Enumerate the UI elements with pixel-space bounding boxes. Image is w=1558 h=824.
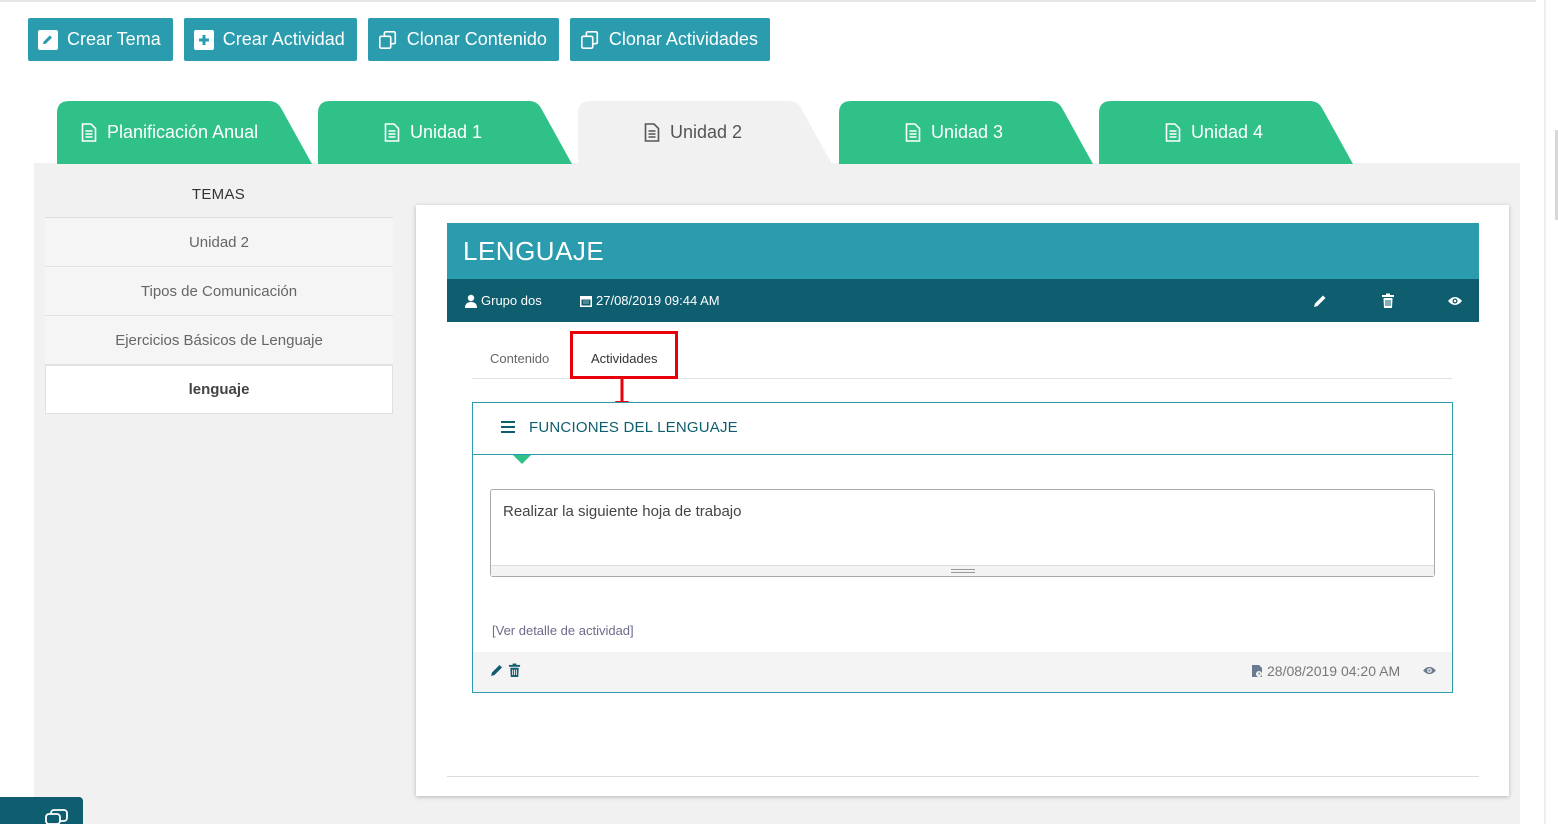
document-icon	[81, 123, 97, 142]
tab-unidad-2[interactable]: Unidad 2	[578, 101, 832, 164]
user-icon	[465, 294, 477, 308]
delete-topic-button[interactable]	[1378, 291, 1398, 311]
tab-unidad-4[interactable]: Unidad 4	[1099, 101, 1353, 164]
sidebar-item-label: lenguaje	[188, 381, 250, 398]
tab-label: Unidad 3	[931, 122, 1004, 142]
highlight-box	[570, 331, 678, 379]
activity-date: 28/08/2019 04:20 AM	[1251, 663, 1400, 679]
sidebar-item-unidad-2[interactable]: Unidad 2	[45, 218, 393, 267]
sidebar-item-tipos-comunicacion[interactable]: Tipos de Comunicación	[45, 267, 393, 316]
activity-description[interactable]: Realizar la siguiente hoja de trabajo	[490, 489, 1435, 577]
activity-detail-link[interactable]: [Ver detalle de actividad]	[492, 623, 634, 638]
edit-topic-button[interactable]	[1310, 291, 1330, 311]
tab-label: Unidad 4	[1191, 122, 1264, 142]
document-icon	[384, 123, 400, 142]
sidebar-item-label: Ejercicios Básicos de Lenguaje	[115, 331, 323, 349]
activity-title: FUNCIONES DEL LENGUAJE	[529, 419, 738, 436]
clone-icon	[378, 30, 398, 50]
caret-indicator	[513, 455, 531, 464]
top-border	[0, 0, 1536, 2]
topic-meta-bar: Grupo dos 27/08/2019 09:44 AM	[447, 279, 1479, 322]
crear-actividad-label: Crear Actividad	[222, 29, 345, 49]
group-meta: Grupo dos	[464, 279, 542, 322]
menu-icon	[501, 421, 515, 433]
delete-activity-button[interactable]	[508, 663, 521, 678]
clonar-contenido-label: Clonar Contenido	[406, 29, 547, 49]
clone-icon	[580, 30, 600, 50]
eye-icon	[1448, 297, 1462, 305]
activity-header[interactable]: FUNCIONES DEL LENGUAJE	[473, 403, 1452, 455]
eye-icon	[1423, 666, 1436, 675]
sidebar-item-label: Tipos de Comunicación	[140, 282, 298, 300]
crear-tema-label: Crear Tema	[67, 29, 161, 49]
pencil-icon	[491, 665, 502, 676]
tab-label: Planificación Anual	[107, 122, 259, 142]
file-clock-icon	[1252, 665, 1262, 677]
resize-handle[interactable]	[491, 565, 1434, 576]
activity-description-text: Realizar la siguiente hoja de trabajo	[503, 503, 742, 520]
topic-title: LENGUAJE	[447, 223, 1479, 279]
clonar-actividades-label: Clonar Actividades	[608, 29, 758, 49]
tab-unidad-1[interactable]: Unidad 1	[318, 101, 572, 164]
tab-contenido-label: Contenido	[490, 350, 550, 366]
tab-label: Unidad 1	[410, 122, 483, 142]
pencil-icon	[1314, 295, 1326, 307]
crear-tema-button[interactable]: Crear Tema	[28, 18, 173, 61]
clonar-actividades-button[interactable]: Clonar Actividades	[569, 18, 770, 61]
clonar-contenido-button[interactable]: Clonar Contenido	[367, 18, 559, 61]
document-icon	[905, 123, 921, 142]
edit-activity-button[interactable]	[490, 663, 504, 677]
activity-footer: 28/08/2019 04:20 AM	[473, 652, 1452, 692]
view-activity-button[interactable]	[1422, 665, 1437, 676]
calendar-icon	[580, 295, 592, 307]
sidebar-item-lenguaje[interactable]: lenguaje	[45, 365, 393, 414]
date-meta: 27/08/2019 09:44 AM	[579, 279, 720, 322]
group-name: Grupo dos	[481, 293, 542, 308]
plus-icon	[193, 29, 214, 50]
view-topic-button[interactable]	[1445, 291, 1465, 311]
sidebar-list: Unidad 2 Tipos de Comunicación Ejercicio…	[45, 217, 393, 414]
tab-unidad-3[interactable]: Unidad 3	[839, 101, 1093, 164]
sidebar-item-label: Unidad 2	[188, 233, 250, 251]
sidebar-item-ejercicios-basicos[interactable]: Ejercicios Básicos de Lenguaje	[45, 316, 393, 365]
crear-actividad-button[interactable]: Crear Actividad	[183, 18, 357, 61]
tab-label: Unidad 2	[670, 122, 743, 142]
topic-datetime: 27/08/2019 09:44 AM	[596, 293, 720, 308]
tab-planificacion-anual[interactable]: Planificación Anual	[57, 101, 312, 164]
edit-icon	[38, 29, 58, 50]
trash-icon	[508, 663, 521, 677]
tab-contenido[interactable]: Contenido	[490, 338, 549, 378]
chat-widget-button[interactable]	[0, 797, 83, 824]
page-scrollbar[interactable]	[1536, 0, 1558, 824]
chat-icon	[45, 809, 68, 824]
activity-datetime: 28/08/2019 04:20 AM	[1267, 663, 1401, 679]
trash-icon	[1382, 293, 1394, 308]
activity-card: FUNCIONES DEL LENGUAJE Realizar la sigui…	[472, 402, 1453, 693]
sidebar-heading: TEMAS	[191, 186, 246, 203]
scrollbar-track	[1544, 0, 1546, 824]
document-icon	[1165, 123, 1181, 142]
document-icon	[644, 123, 660, 142]
card-divider	[447, 776, 1479, 777]
toolbar: Crear Tema Crear Actividad Clonar Conten…	[28, 18, 770, 61]
